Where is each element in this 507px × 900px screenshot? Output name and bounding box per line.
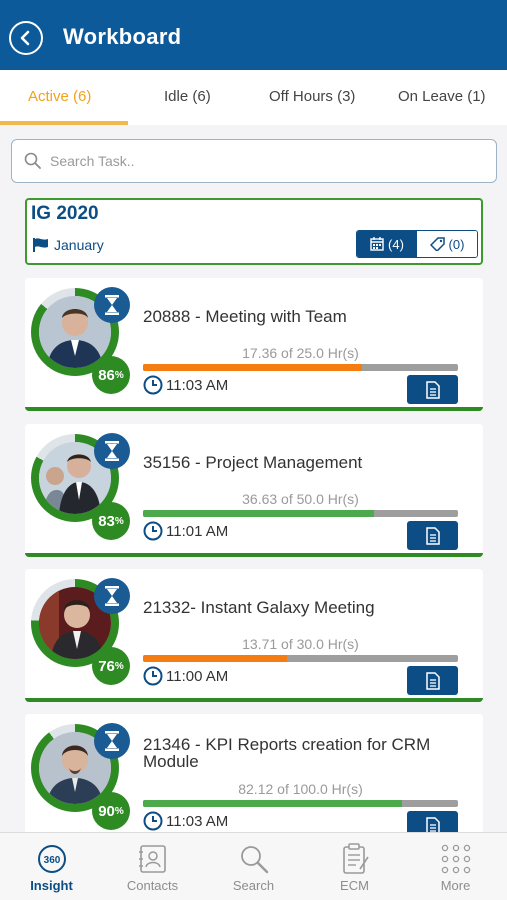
project-card[interactable]: IG 2020 January (4) (0) xyxy=(25,198,483,265)
nav-insight[interactable]: 360 Insight xyxy=(1,833,102,900)
nav-ecm[interactable]: ECM xyxy=(304,833,405,900)
project-filter-toggle: (4) (0) xyxy=(356,230,478,258)
nav-more[interactable]: More xyxy=(405,833,506,900)
task-progress-fill xyxy=(143,655,287,662)
task-hours: 82.12 of 100.0 Hr(s) xyxy=(238,781,363,797)
search-box xyxy=(11,139,497,183)
hourglass-icon xyxy=(94,433,130,469)
task-hours: 17.36 of 25.0 Hr(s) xyxy=(242,345,359,361)
back-button[interactable] xyxy=(9,21,43,55)
project-month: January xyxy=(54,237,104,253)
task-title: 21332- Instant Galaxy Meeting xyxy=(143,598,375,617)
task-title: 20888 - Meeting with Team xyxy=(143,307,347,326)
tab-on-leave[interactable]: On Leave (1) xyxy=(398,88,486,105)
completion-badge: 90% xyxy=(92,792,130,830)
active-tab-indicator xyxy=(0,121,128,125)
tag-icon xyxy=(429,237,445,251)
status-tabs: Active (6) Idle (6) Off Hours (3) On Lea… xyxy=(0,70,507,125)
bottom-nav: 360 Insight Contacts Search ECM More xyxy=(0,832,507,900)
task-hours: 36.63 of 50.0 Hr(s) xyxy=(242,491,359,507)
task-progress-fill xyxy=(143,510,374,517)
hourglass-icon xyxy=(94,723,130,759)
nav-search[interactable]: Search xyxy=(203,833,304,900)
task-details-button[interactable] xyxy=(407,521,458,550)
task-time: 11:03 AM xyxy=(166,812,229,830)
tag-count: (0) xyxy=(448,236,465,252)
task-progress-fill xyxy=(143,800,402,807)
tag-filter-button[interactable]: (0) xyxy=(417,231,477,257)
clock-icon xyxy=(143,521,163,541)
task-card[interactable]: 83% 35156 - Project Management 36.63 of … xyxy=(25,424,483,557)
search-input[interactable] xyxy=(50,150,470,172)
clock-icon xyxy=(143,666,163,686)
document-icon xyxy=(425,380,440,399)
clock-icon xyxy=(143,375,163,395)
task-title: 35156 - Project Management xyxy=(143,453,363,472)
tab-off-hours[interactable]: Off Hours (3) xyxy=(269,88,355,105)
completion-badge: 83% xyxy=(92,502,130,540)
document-icon xyxy=(425,671,440,690)
task-time: 11:00 AM xyxy=(166,667,229,685)
calendar-icon xyxy=(370,237,384,251)
task-details-button[interactable] xyxy=(407,375,458,404)
clock-icon xyxy=(143,811,163,831)
hourglass-icon xyxy=(94,287,130,323)
task-card[interactable]: 86% 20888 - Meeting with Team 17.36 of 2… xyxy=(25,278,483,411)
task-details-button[interactable] xyxy=(407,666,458,695)
svg-text:360: 360 xyxy=(43,855,60,866)
search-icon xyxy=(24,152,41,169)
more-dots-icon xyxy=(440,842,472,876)
flag-icon xyxy=(33,238,48,252)
nav-label: More xyxy=(440,878,471,893)
nav-label: Contacts xyxy=(126,878,179,893)
task-time-row: 11:03 AM xyxy=(143,375,228,395)
task-time: 11:01 AM xyxy=(166,522,229,540)
tab-idle[interactable]: Idle (6) xyxy=(164,88,211,105)
contacts-icon xyxy=(138,842,168,876)
calendar-filter-button[interactable]: (4) xyxy=(357,231,417,257)
app-header: Workboard xyxy=(0,0,507,70)
task-progress-bar xyxy=(143,655,458,662)
calendar-count: (4) xyxy=(388,236,404,252)
task-time-row: 11:00 AM xyxy=(143,666,228,686)
completion-badge: 86% xyxy=(92,356,130,394)
task-progress-bar xyxy=(143,510,458,517)
nav-label: Search xyxy=(232,878,275,893)
task-hours: 13.71 of 30.0 Hr(s) xyxy=(242,636,359,652)
page-title: Workboard xyxy=(63,24,182,49)
completion-badge: 76% xyxy=(92,647,130,685)
nav-label: Insight xyxy=(30,878,73,893)
hourglass-icon xyxy=(94,578,130,614)
insight-360-icon: 360 xyxy=(36,842,68,876)
document-icon xyxy=(425,526,440,545)
project-month-row: January xyxy=(33,237,104,253)
task-time: 11:03 AM xyxy=(166,376,229,394)
task-progress-fill xyxy=(143,364,362,371)
nav-label: ECM xyxy=(340,878,369,893)
chevron-left-icon xyxy=(20,30,30,46)
task-progress-bar xyxy=(143,800,458,807)
search-icon xyxy=(238,842,270,876)
clipboard-icon xyxy=(340,842,370,876)
task-title: 21346 - KPI Reports creation for CRM Mod… xyxy=(143,735,431,771)
tab-active[interactable]: Active (6) xyxy=(28,88,91,105)
nav-contacts[interactable]: Contacts xyxy=(102,833,203,900)
task-card[interactable]: 76% 21332- Instant Galaxy Meeting 13.71 … xyxy=(25,569,483,702)
task-progress-bar xyxy=(143,364,458,371)
task-card[interactable]: 90% 21346 - KPI Reports creation for CRM… xyxy=(25,714,483,840)
task-time-row: 11:01 AM xyxy=(143,521,228,541)
project-title: IG 2020 xyxy=(31,203,99,224)
task-time-row: 11:03 AM xyxy=(143,811,228,831)
